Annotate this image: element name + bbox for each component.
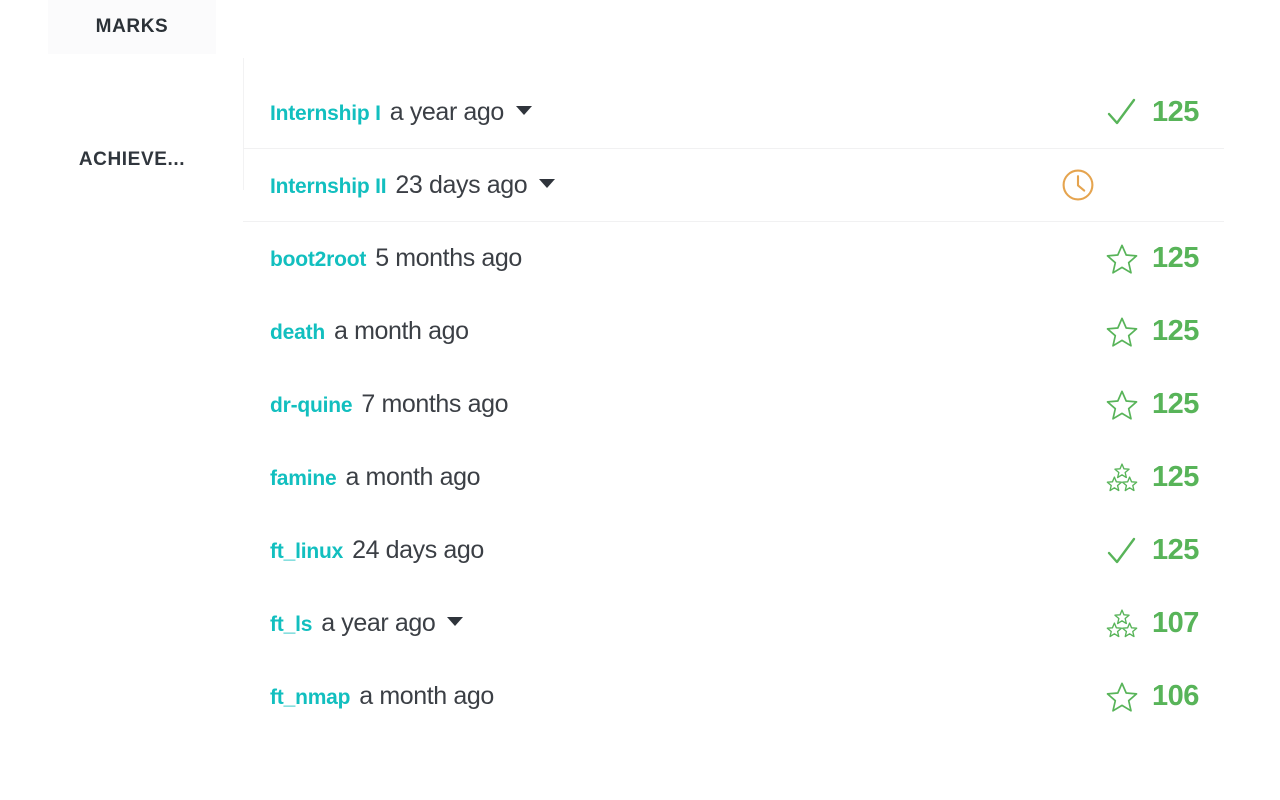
project-date: 7 months ago xyxy=(361,390,509,418)
project-status: 125 xyxy=(1058,312,1208,352)
marks-page: MARKS ACHIEVE... Internship I a year ago 1… xyxy=(0,0,1280,800)
star-triple-icon xyxy=(1102,604,1142,644)
project-status: 125 xyxy=(1058,458,1208,498)
project-label: ft_ls a year ago xyxy=(270,609,1058,638)
star-triple-icon xyxy=(1102,458,1142,498)
project-status xyxy=(1039,165,1208,205)
project-score: 107 xyxy=(1152,607,1199,639)
project-status: 106 xyxy=(1058,677,1208,717)
project-label: boot2root 5 months ago xyxy=(270,244,1058,273)
project-row[interactable]: famine a month ago 125 xyxy=(243,441,1224,514)
project-label: famine a month ago xyxy=(270,463,1058,492)
project-name-link[interactable]: boot2root xyxy=(270,248,366,272)
project-name-link[interactable]: famine xyxy=(270,467,337,491)
project-name-link[interactable]: ft_linux xyxy=(270,540,343,564)
project-row[interactable]: ft_linux 24 days ago 125 xyxy=(243,514,1224,587)
project-status: 125 xyxy=(1058,531,1208,571)
project-label: dr-quine 7 months ago xyxy=(270,390,1058,419)
project-list: Internship I a year ago 125 Internship II 23… xyxy=(243,0,1280,800)
project-score: 125 xyxy=(1152,461,1199,493)
project-row[interactable]: Internship II 23 days ago xyxy=(243,149,1224,222)
project-row[interactable]: boot2root 5 months ago 125 xyxy=(243,222,1224,295)
project-name-link[interactable]: Internship I xyxy=(270,102,381,126)
chevron-down-icon[interactable] xyxy=(515,105,532,115)
project-score: 125 xyxy=(1152,388,1199,420)
sidebar-item-achievements-label: ACHIEVE... xyxy=(78,149,186,170)
check-icon xyxy=(1102,92,1142,132)
project-row[interactable]: dr-quine 7 months ago 125 xyxy=(243,368,1224,441)
sidebar-item-marks[interactable]: MARKS xyxy=(48,0,216,54)
project-name-link[interactable]: dr-quine xyxy=(270,394,353,418)
project-status: 125 xyxy=(1058,385,1208,425)
project-score: 125 xyxy=(1152,95,1199,128)
check-icon xyxy=(1102,531,1142,571)
star-single-icon xyxy=(1102,677,1142,717)
project-label: Internship II 23 days ago xyxy=(270,171,1039,200)
project-status: 125 xyxy=(1058,239,1208,279)
project-status: 107 xyxy=(1058,604,1208,644)
project-date: a month ago xyxy=(334,317,469,345)
project-date: 24 days ago xyxy=(352,536,484,564)
project-name-link[interactable]: Internship II xyxy=(270,175,387,199)
project-date: a year ago xyxy=(389,97,505,126)
project-row[interactable]: ft_ls a year ago 107 xyxy=(243,587,1224,660)
project-label: ft_linux 24 days ago xyxy=(270,536,1058,565)
star-single-icon xyxy=(1102,385,1142,425)
chevron-down-icon[interactable] xyxy=(539,178,556,188)
project-score: 125 xyxy=(1152,242,1199,274)
project-date: a month ago xyxy=(345,463,481,491)
project-name-link[interactable]: ft_ls xyxy=(270,613,312,637)
project-row[interactable]: Internship I a year ago 125 xyxy=(243,76,1224,149)
star-single-icon xyxy=(1102,312,1142,352)
project-date: a month ago xyxy=(359,682,494,710)
project-name-link[interactable]: ft_nmap xyxy=(270,686,350,710)
sidebar-item-achievements[interactable]: ACHIEVE... xyxy=(48,133,216,187)
project-label: ft_nmap a month ago xyxy=(270,682,1058,711)
clock-icon xyxy=(1058,165,1098,205)
project-score: 125 xyxy=(1152,534,1199,566)
project-date: a year ago xyxy=(321,609,436,637)
sidebar: MARKS ACHIEVE... xyxy=(0,0,243,800)
project-row[interactable]: ft_nmap a month ago 106 xyxy=(243,660,1224,733)
project-label: death a month ago xyxy=(270,317,1058,346)
project-date: 5 months ago xyxy=(375,244,522,272)
sidebar-item-marks-label: MARKS xyxy=(95,16,169,37)
star-single-icon xyxy=(1102,239,1142,279)
project-status: 125 xyxy=(1058,92,1208,132)
chevron-down-icon[interactable] xyxy=(447,617,464,626)
project-label: Internship I a year ago xyxy=(270,98,1058,127)
project-date: 23 days ago xyxy=(395,170,528,199)
project-name-link[interactable]: death xyxy=(270,321,325,345)
project-score: 125 xyxy=(1152,315,1199,347)
project-row[interactable]: death a month ago 125 xyxy=(243,295,1224,368)
project-score: 106 xyxy=(1152,680,1199,712)
